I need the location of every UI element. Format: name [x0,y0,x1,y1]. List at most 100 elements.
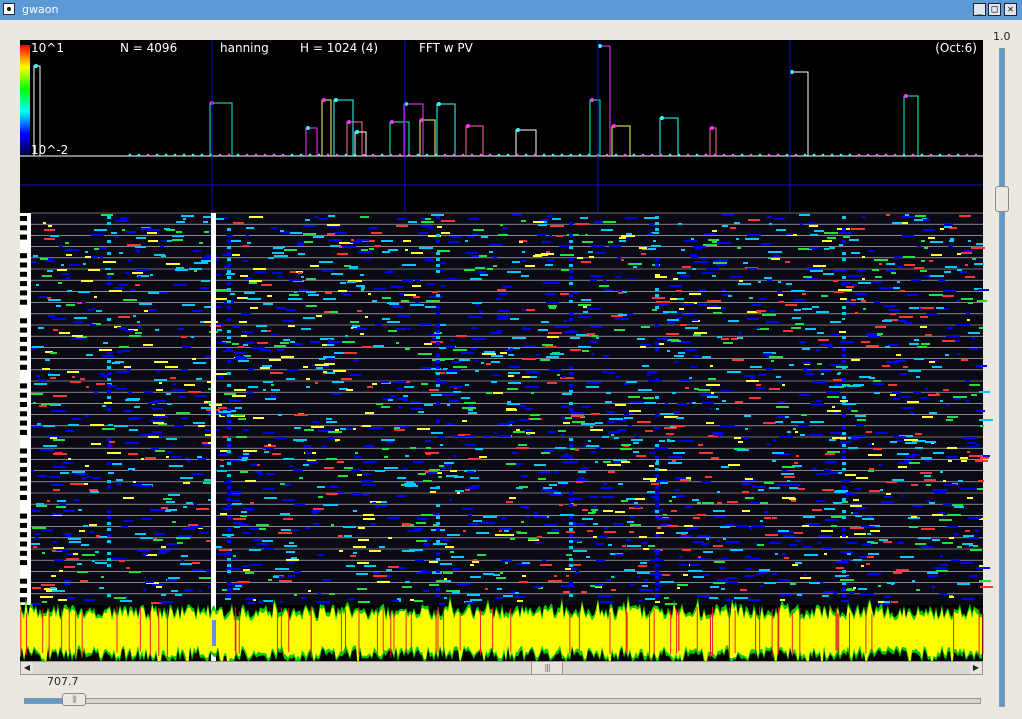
spectrogram-cell [595,584,605,586]
spectrogram-cell [833,379,843,381]
spectrogram-cell [107,318,111,321]
scroll-right-arrow-icon[interactable]: ▶ [970,662,982,674]
spectrogram-cell [301,276,304,278]
spectrogram-cell [475,448,483,450]
spectrogram-cell [913,392,921,394]
spectrogram-cell [842,468,846,471]
spectrogram-cell [608,544,612,546]
spectrogram-cell [107,462,111,465]
spectrogram-cell [425,440,431,442]
spectrogram-cell [372,502,376,504]
spectrogram-cell [416,522,426,524]
black-key [20,550,27,556]
spectrogram-cell [227,306,231,309]
spectrogram-cell [566,554,572,556]
spectrogram-cell [471,255,479,257]
spectrogram-cell [500,224,503,226]
gain-slider[interactable] [999,48,1005,707]
spectrogram-cell [587,530,593,532]
noise-marker [803,153,807,157]
spectrogram-cell [842,510,846,513]
spectrogram-cell [217,470,227,472]
piano-roll[interactable] [31,212,993,661]
zoom-slider[interactable] [24,698,981,704]
spectrogram-cell [723,538,726,540]
spectrogram-cell [920,326,927,328]
spectrogram-cell [65,249,79,251]
spectrogram-cell [193,362,206,364]
spectrogram-cell [640,346,646,348]
gain-slider-handle[interactable] [995,186,1009,212]
spectrogram-cell [429,561,438,563]
spectrogram-cell [569,276,573,279]
spectrogram-cell [453,455,457,457]
spectrogram-cell [961,298,973,300]
scroll-left-arrow-icon[interactable]: ◀ [21,662,33,674]
spectrogram-cell [716,264,727,266]
spectrogram-cell [356,285,365,287]
horizontal-scrollbar[interactable]: ◀ ||| ▶ [20,661,983,675]
spectrogram-cell [905,442,917,444]
spectrogram-cell [945,354,949,356]
scroll-thumb[interactable]: ||| [531,662,563,674]
spectrogram-cell [816,349,821,351]
spectrogram-cell [939,519,952,521]
spectrogram-cell [48,315,55,317]
spectrogram-cell [628,396,640,398]
spectrogram-cell [926,484,931,486]
spectrogram-cell [832,437,846,439]
spectrogram-cell [34,383,47,385]
spectrogram-cell [884,596,891,598]
spectrogram-cell [616,376,620,378]
spectrogram-cell [447,467,452,469]
spectrogram-cell [549,369,561,371]
spectrogram-cell [569,258,573,261]
spectrogram-cell [120,600,132,602]
spectrogram-cell [758,281,761,283]
spectrogram-cell [68,458,71,460]
spectrogram-cell [899,373,907,375]
spectrogram-cell [498,293,508,295]
spectrogram-cell [482,353,496,355]
spectrogram-cell [227,474,231,477]
spectrogram-cell [493,392,503,394]
spectrogram-cell [691,366,697,368]
spectrogram-cell [166,501,175,503]
spectrogram-cell [329,239,342,241]
spectrogram-cell [677,403,687,405]
spectrogram-cell [436,312,440,315]
spectrogram-cell [680,275,690,277]
spectrogram-cell [161,594,166,596]
spectrogram-cell [374,288,386,290]
spectrogram-cell [842,426,846,429]
spectrogram-cell [764,511,768,513]
spectrogram-cell [874,383,884,385]
spectrogram-cell [548,305,557,307]
spectrogram-cell [364,445,374,447]
zoom-slider-handle[interactable]: ||| [62,693,86,706]
spectrogram-cell [136,237,146,239]
spectrogram-cell [693,334,701,336]
spectrogram-cell [744,375,756,377]
spectrogram-cell [764,277,772,279]
piano-keyboard[interactable] [20,213,31,605]
spectrogram-cell [323,298,336,300]
spectrogram-cell [541,321,549,323]
spectrogram-cell [425,545,429,547]
spectrogram-cell [698,304,707,306]
spectrogram-cell [810,234,818,236]
spectrogram-cell [358,527,365,529]
spectrogram-cell [416,540,427,542]
spectrogram-cell [303,464,309,466]
spectrogram-cell [318,496,323,498]
spectrogram-cell [421,514,434,516]
spectrogram-cell [72,335,83,337]
spectrogram-cell [446,346,455,348]
spectrogram-cell [621,444,631,446]
spectrogram-cell [449,236,462,238]
spectrogram-cell [867,533,871,535]
spectrogram-cell [44,229,55,231]
canvas-area[interactable]: 10^1 10^-2 N = 4096 hanning H = 1024 (4)… [0,0,1022,719]
spectrogram-cell [902,216,915,218]
spectrogram-cell [540,219,549,221]
